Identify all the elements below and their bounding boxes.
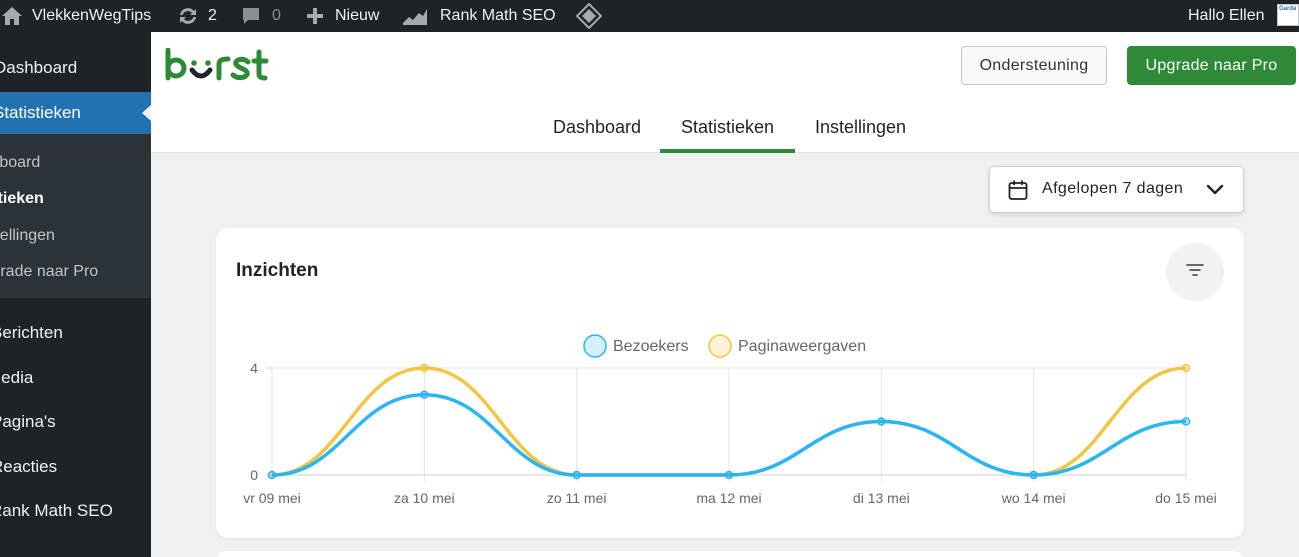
refresh-icon [176,5,200,27]
y-tick-label: 0 [250,467,258,483]
admin-bar: VlekkenWegTips 2 0 Nieuw Rank Math SEO H… [0,0,1299,32]
sidebar-item-label: Media [0,368,34,387]
sidebar-item-label: Reacties [0,457,58,476]
current-menu-arrow [142,105,151,121]
calendar-icon [1007,179,1029,206]
updates-link[interactable]: 2 [176,0,217,32]
next-card [216,551,1244,557]
new-content-link[interactable]: Nieuw [304,0,379,32]
sidebar-item-media[interactable]: Media [0,359,151,397]
legend-label: Bezoekers [613,338,689,355]
data-point [420,390,429,399]
date-range-picker[interactable]: Afgelopen 7 dagen [989,166,1244,213]
rankmath-label: Rank Math SEO [440,7,556,24]
comments-count: 0 [272,7,281,24]
sidebar-item-rankmath[interactable]: Rank Math SEO [0,492,151,530]
submenu-item-label: Dashboard [0,154,41,171]
account-link[interactable]: Hallo Ellen [1188,0,1264,32]
admin-sidebar: Dashboard Statistieken Dashboard Statist… [0,32,151,557]
sidebar-item-label: Dashboard [0,58,78,77]
y-tick-label: 4 [250,360,258,376]
submenu-item-instellingen[interactable]: Instellingen [0,221,151,251]
plus-icon [304,5,326,27]
upgrade-button[interactable]: Upgrade naar Pro [1127,46,1296,85]
sidebar-item-label: Rank Math SEO [0,501,113,520]
data-point [1181,363,1191,373]
submenu-item-label: Instellingen [0,227,55,244]
x-tick-label: di 13 mei [853,490,910,506]
greeting: Hallo Ellen [1188,7,1265,24]
updates-count: 2 [208,7,217,24]
submenu-item-label: Statistieken [0,190,44,207]
submenu-item-dashboard[interactable]: Dashboard [0,148,151,178]
chevron-down-icon [1206,183,1224,202]
submenu-item-statistieken[interactable]: Statistieken [0,184,151,214]
sidebar-item-reacties[interactable]: Reacties [0,448,151,486]
site-name: VlekkenWegTips [32,7,152,24]
x-tick-label: vr 09 mei [243,490,301,506]
sidebar-item-paginas[interactable]: Pagina's [0,403,151,441]
site-home-link[interactable]: VlekkenWegTips [0,0,151,32]
insights-card: Inzichten 0 4 vr 09 mei za 10 mei zo 11 mei m… [216,228,1244,538]
legend-label: Paginaweergaven [738,338,866,355]
sidebar-item-label: Berichten [0,323,63,342]
legend-marker [708,334,732,358]
sidebar-item-label: Pagina's [0,412,56,431]
rankmath-link[interactable]: Rank Math SEO [401,0,556,32]
tab-instellingen[interactable]: Instellingen [806,102,915,153]
new-label: Nieuw [335,7,380,24]
avatar[interactable]: Garda [1277,4,1299,26]
data-point [420,363,429,373]
tab-dashboard[interactable]: Dashboard [544,102,650,153]
date-range-label: Afgelopen 7 dagen [1042,180,1184,197]
burst-logo [164,47,274,84]
data-point [1181,417,1191,426]
diamond-icon [576,3,602,29]
burst-header: Ondersteuning Upgrade naar Pro Dashboard… [151,32,1299,153]
sidebar-item-berichten[interactable]: Berichten [0,314,151,352]
x-tick-label: za 10 mei [394,490,455,506]
data-point [877,417,886,426]
data-point [267,470,277,480]
plugin-diamond-link[interactable] [576,0,602,32]
x-tick-label: do 15 mei [1155,490,1216,506]
sidebar-item-statistieken[interactable]: Statistieken [0,92,151,134]
home-icon [0,5,24,27]
sidebar-submenu: Dashboard Statistieken Instellingen Upgr… [0,134,151,298]
submenu-item-upgrade[interactable]: Upgrade naar Pro [0,257,151,287]
data-point [724,470,734,480]
data-point [572,470,581,480]
x-tick-label: zo 11 mei [547,490,607,506]
sidebar-item-label: Statistieken [0,103,81,122]
comment-icon [240,5,262,27]
submenu-item-label: Upgrade naar Pro [0,263,99,280]
tab-statistieken[interactable]: Statistieken [660,102,795,153]
comments-link[interactable]: 0 [240,0,281,32]
legend-marker [583,334,607,358]
support-button[interactable]: Ondersteuning [961,46,1107,85]
sidebar-item-dashboard[interactable]: Dashboard [0,49,151,87]
x-tick-label: wo 14 mei [1001,490,1066,506]
insights-chart: 0 4 vr 09 mei za 10 mei zo 11 mei ma 12 mei di… [243,334,1217,506]
rankmath-icon [401,5,429,27]
x-tick-label: ma 12 mei [696,490,761,506]
data-point [1029,470,1038,480]
